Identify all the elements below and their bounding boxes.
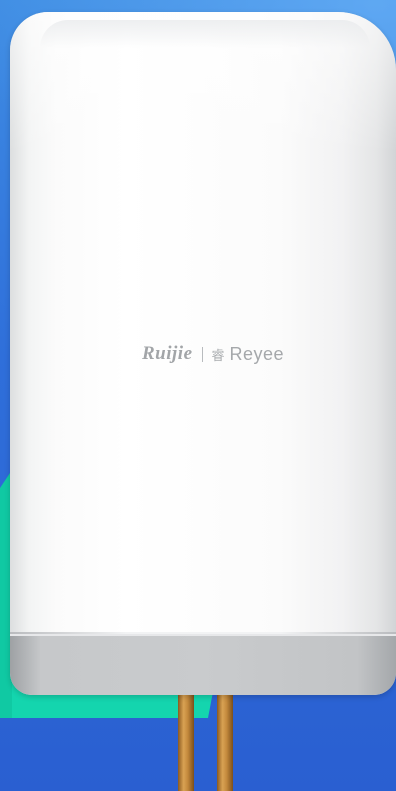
brand-logo-mark: 睿 xyxy=(211,347,225,363)
outdoor-access-point-device: Ruijie 睿 Reyee xyxy=(10,12,396,695)
brand-logo: Ruijie 睿 Reyee xyxy=(142,332,284,376)
cable-right xyxy=(217,690,233,791)
brand-logo-ruijie: Ruijie xyxy=(142,343,193,364)
device-base xyxy=(10,634,396,695)
cable-left xyxy=(178,690,194,791)
product-photo-scene: Ruijie 睿 Reyee xyxy=(0,0,396,791)
device-top-edge xyxy=(40,20,370,48)
brand-logo-divider xyxy=(201,346,203,362)
brand-logo-reyee: Reyee xyxy=(229,343,285,364)
